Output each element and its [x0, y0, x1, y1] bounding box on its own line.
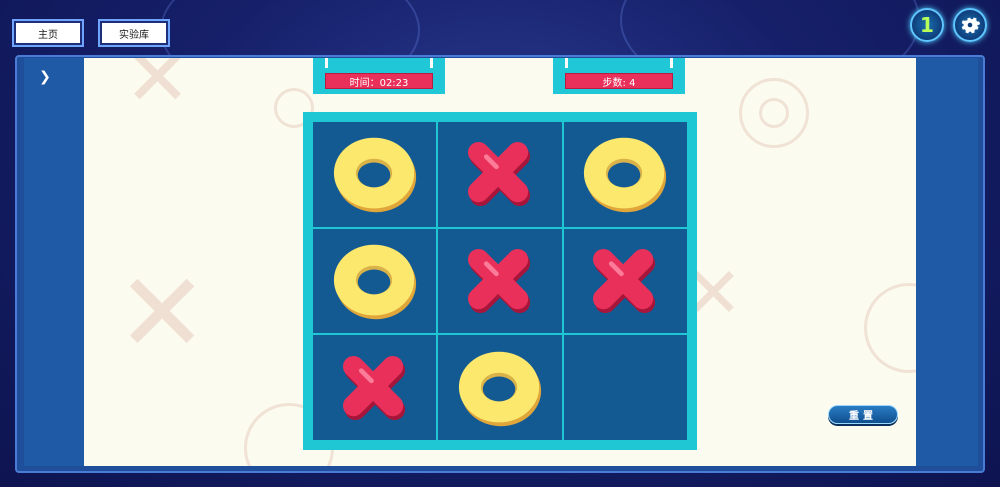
home-button[interactable]: 主页	[14, 21, 82, 45]
reset-button[interactable]: 重置	[828, 405, 898, 424]
o-mark-icon	[584, 138, 667, 213]
settings-button[interactable]	[953, 8, 987, 42]
board-cell[interactable]	[563, 228, 687, 334]
expand-chevron-icon[interactable]: ❯	[36, 68, 54, 86]
gear-icon	[961, 17, 981, 34]
experiment-library-button[interactable]: 实验库	[100, 21, 168, 45]
x-mark-icon	[467, 142, 531, 207]
right-side-panel	[916, 58, 978, 466]
board-cell[interactable]	[313, 335, 437, 440]
decorative-x-icon: ✕	[116, 249, 209, 377]
level-badge-number: 1	[920, 13, 934, 37]
board-cell[interactable]	[438, 335, 562, 440]
o-mark-icon	[333, 138, 416, 213]
steps-panel: 步数: 4	[553, 58, 685, 94]
tic-tac-toe-board	[303, 112, 697, 450]
board-cell[interactable]	[563, 122, 687, 227]
board-cell[interactable]	[438, 122, 562, 227]
decorative-x-icon: ✕	[124, 58, 192, 124]
o-mark-icon	[333, 244, 416, 320]
steps-display: 步数: 4	[565, 73, 673, 89]
x-mark-icon	[342, 355, 405, 420]
level-badge-button[interactable]: 1	[910, 8, 944, 42]
board-grid	[313, 122, 687, 440]
left-side-panel	[24, 58, 84, 466]
board-cell[interactable]	[313, 228, 437, 334]
decorative-o-icon	[759, 98, 789, 128]
o-mark-icon	[458, 351, 542, 426]
board-cell[interactable]	[563, 335, 687, 440]
timer-panel: 时间：02:23	[313, 58, 445, 94]
board-cell[interactable]	[438, 228, 562, 334]
x-mark-icon	[593, 248, 656, 314]
timer-display: 时间：02:23	[325, 73, 433, 89]
board-cell[interactable]	[313, 122, 437, 227]
x-mark-icon	[467, 248, 531, 314]
decorative-o-icon	[864, 283, 916, 373]
